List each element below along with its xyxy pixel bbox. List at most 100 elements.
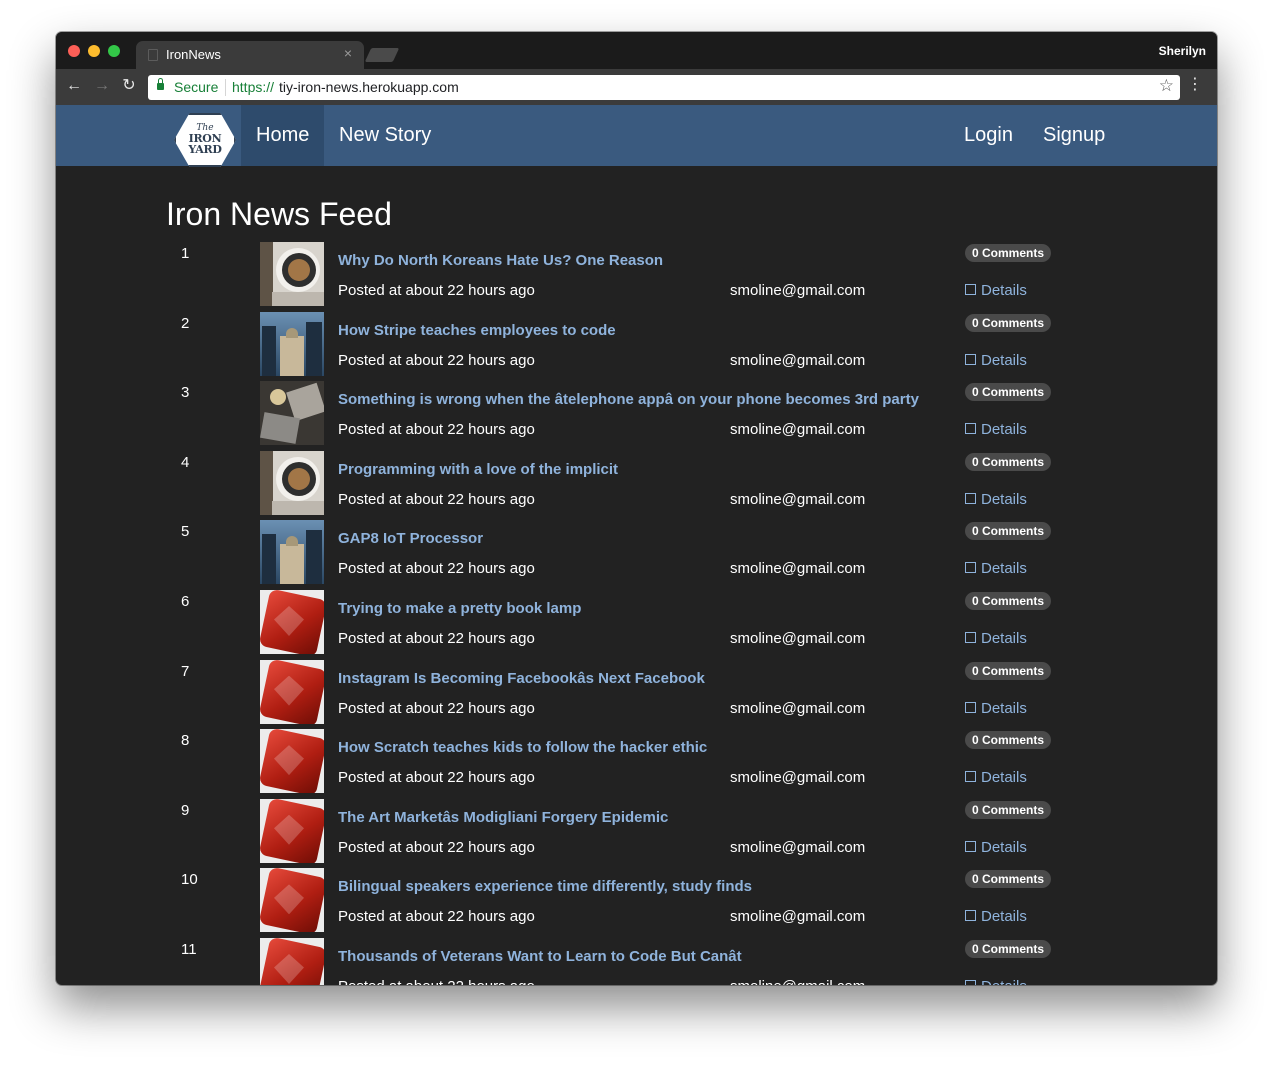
details-link[interactable]: Details bbox=[965, 560, 1027, 577]
details-link[interactable]: Details bbox=[965, 282, 1027, 299]
story-title-link[interactable]: Something is wrong when the âtelephone a… bbox=[338, 391, 919, 408]
story-posted-time: Posted at about 22 hours ago bbox=[338, 838, 535, 856]
story-author: smoline@gmail.com bbox=[730, 838, 866, 856]
story-title-link[interactable]: How Scratch teaches kids to follow the h… bbox=[338, 739, 707, 756]
story-thumbnail-ruby[interactable] bbox=[260, 798, 324, 863]
details-label: Details bbox=[981, 978, 1027, 985]
thumbnail-graphic bbox=[286, 382, 324, 422]
close-tab-icon[interactable]: × bbox=[344, 45, 352, 61]
story-thumbnail-ruby[interactable] bbox=[260, 937, 324, 985]
story-rank: 4 bbox=[181, 453, 190, 471]
thumbnail-graphic bbox=[286, 327, 298, 338]
story-title-link[interactable]: Instagram Is Becoming Facebookâs Next Fa… bbox=[338, 670, 705, 687]
lock-icon bbox=[157, 78, 164, 90]
new-tab-button[interactable] bbox=[364, 48, 400, 62]
story-thumbnail-ruby[interactable] bbox=[260, 729, 324, 794]
maximize-window-button[interactable] bbox=[108, 45, 120, 57]
profile-name[interactable]: Sherilyn bbox=[1159, 44, 1206, 58]
details-link[interactable]: Details bbox=[965, 630, 1027, 647]
comments-badge[interactable]: 0 Comments bbox=[965, 522, 1052, 541]
comments-badge[interactable]: 0 Comments bbox=[965, 313, 1052, 332]
story-thumbnail-ruby[interactable] bbox=[260, 659, 324, 724]
story-title-link[interactable]: How Stripe teaches employees to code bbox=[338, 322, 616, 339]
minimize-window-button[interactable] bbox=[88, 45, 100, 57]
nav-home[interactable]: Home bbox=[241, 105, 325, 166]
story-thumbnail-ruby[interactable] bbox=[260, 589, 324, 654]
story-thumbnail-coffee[interactable] bbox=[260, 242, 324, 306]
reload-icon[interactable]: ↻ bbox=[119, 76, 139, 96]
details-label: Details bbox=[981, 838, 1027, 856]
address-bar[interactable]: Secure https:// tiy-iron-news.herokuapp.… bbox=[148, 75, 1180, 100]
details-icon bbox=[965, 284, 976, 295]
story-thumbnail-city[interactable] bbox=[260, 520, 324, 585]
url-divider bbox=[225, 79, 226, 96]
details-icon bbox=[965, 423, 976, 435]
iron-yard-logo[interactable]: The IRON YARD bbox=[174, 113, 236, 167]
story-rank: 2 bbox=[181, 314, 190, 332]
thumbnail-graphic bbox=[288, 259, 310, 281]
thumbnail-graphic bbox=[306, 321, 322, 376]
story-posted-time: Posted at about 22 hours ago bbox=[338, 629, 535, 647]
story-title-link[interactable]: Trying to make a pretty book lamp bbox=[338, 600, 581, 617]
browser-tab-ironnews[interactable]: IronNews × bbox=[136, 41, 364, 69]
comments-badge[interactable]: 0 Comments bbox=[965, 661, 1052, 680]
story-thumbnail-ruby[interactable] bbox=[260, 868, 324, 933]
details-link[interactable]: Details bbox=[965, 839, 1027, 856]
details-link[interactable]: Details bbox=[965, 769, 1027, 786]
story-row: 6 Trying to make a pretty book lamp Posted… bbox=[56, 589, 1217, 660]
details-icon bbox=[965, 979, 976, 985]
story-posted-time: Posted at about 22 hours ago bbox=[338, 908, 535, 926]
details-icon bbox=[965, 840, 976, 852]
story-author: smoline@gmail.com bbox=[730, 351, 866, 369]
story-rank: 9 bbox=[181, 801, 190, 819]
details-link[interactable]: Details bbox=[965, 908, 1027, 925]
thumbnail-graphic bbox=[262, 534, 276, 585]
story-title-link[interactable]: GAP8 IoT Processor bbox=[338, 530, 483, 547]
details-link[interactable]: Details bbox=[965, 352, 1027, 369]
story-row: 9 The Art Marketâs Modigliani Forgery Epi… bbox=[56, 798, 1217, 869]
comments-badge[interactable]: 0 Comments bbox=[965, 939, 1052, 958]
nav-signup[interactable]: Signup bbox=[1028, 105, 1120, 166]
comments-badge[interactable]: 0 Comments bbox=[965, 591, 1052, 610]
details-icon bbox=[965, 631, 976, 643]
thumbnail-graphic bbox=[262, 325, 276, 376]
comments-badge[interactable]: 0 Comments bbox=[965, 244, 1052, 262]
story-rank: 8 bbox=[181, 732, 190, 750]
details-link[interactable]: Details bbox=[965, 421, 1027, 438]
browser-menu-icon[interactable]: ⋮ bbox=[1187, 75, 1203, 95]
comments-badge[interactable]: 0 Comments bbox=[965, 800, 1052, 819]
nav-new-story[interactable]: New Story bbox=[324, 105, 446, 166]
story-thumbnail-city[interactable] bbox=[260, 311, 324, 376]
details-icon bbox=[965, 771, 976, 783]
details-label: Details bbox=[981, 490, 1027, 508]
back-arrow-icon[interactable]: ← bbox=[64, 76, 84, 96]
url-scheme: https:// bbox=[232, 79, 275, 95]
comments-badge[interactable]: 0 Comments bbox=[965, 870, 1052, 889]
comments-badge[interactable]: 0 Comments bbox=[965, 383, 1052, 402]
story-author: smoline@gmail.com bbox=[730, 699, 866, 717]
details-link[interactable]: Details bbox=[965, 978, 1027, 985]
comments-badge[interactable]: 0 Comments bbox=[965, 452, 1052, 471]
details-label: Details bbox=[981, 908, 1027, 926]
bookmark-star-icon[interactable]: ☆ bbox=[1159, 76, 1174, 96]
secure-label: Secure bbox=[174, 79, 219, 95]
story-title-link[interactable]: Thousands of Veterans Want to Learn to C… bbox=[338, 948, 742, 965]
story-title-link[interactable]: Programming with a love of the implicit bbox=[338, 461, 618, 478]
comments-badge[interactable]: 0 Comments bbox=[965, 731, 1052, 750]
close-window-button[interactable] bbox=[68, 45, 80, 57]
browser-window: IronNews × Sherilyn ← → ↻ Secure https:/… bbox=[56, 32, 1217, 985]
story-rank: 7 bbox=[181, 662, 190, 680]
story-row: 10 Bilingual speakers experience time dif… bbox=[56, 868, 1217, 938]
story-author: smoline@gmail.com bbox=[730, 490, 866, 508]
story-title-link[interactable]: The Art Marketâs Modigliani Forgery Epid… bbox=[338, 809, 668, 826]
story-author: smoline@gmail.com bbox=[730, 282, 866, 299]
story-rank: 6 bbox=[181, 592, 190, 610]
details-link[interactable]: Details bbox=[965, 700, 1027, 717]
story-title-link[interactable]: Bilingual speakers experience time diffe… bbox=[338, 878, 752, 895]
details-link[interactable]: Details bbox=[965, 491, 1027, 508]
forward-arrow-icon[interactable]: → bbox=[92, 76, 112, 96]
story-thumbnail-desk[interactable] bbox=[260, 381, 324, 446]
nav-login[interactable]: Login bbox=[949, 105, 1028, 166]
story-title-link[interactable]: Why Do North Koreans Hate Us? One Reason bbox=[338, 252, 663, 269]
story-thumbnail-coffee[interactable] bbox=[260, 450, 324, 515]
